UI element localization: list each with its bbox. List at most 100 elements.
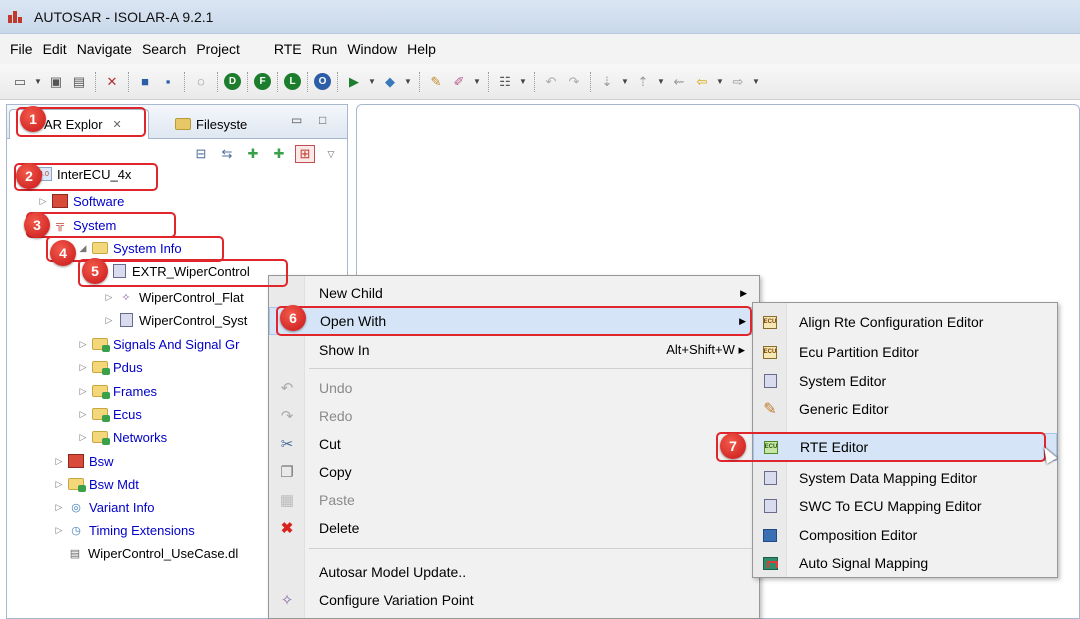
menu-item-autosar-model-update[interactable]: Autosar Model Update.. [269, 558, 759, 586]
import-icon[interactable]: ◌ [191, 72, 211, 92]
report-icon[interactable]: ▪ [158, 72, 178, 92]
collapsed-icon[interactable]: ▷ [103, 292, 115, 303]
callout-box-5 [78, 259, 288, 287]
tree-node-variant-info[interactable]: ▷ ◎ Variant Info [53, 496, 155, 518]
tree-node-bsw[interactable]: ▷ Bsw [53, 450, 114, 472]
f-button-icon[interactable]: F [254, 73, 271, 90]
folder-icon [92, 431, 110, 445]
collapsed-icon[interactable]: ▷ [53, 502, 65, 513]
tree-node-wipercontrol-flat[interactable]: ▷ ✧ WiperControl_Flat [103, 286, 244, 308]
menu-item-swc-to-ecu-mapping-editor[interactable]: SWC To ECU Mapping Editor [753, 492, 1057, 520]
maximize-icon[interactable]: □ [319, 113, 326, 127]
menu-item-system-editor[interactable]: System Editor [753, 367, 1057, 395]
toolbar-separator [590, 71, 591, 92]
collapsed-icon[interactable]: ▷ [53, 456, 65, 467]
menu-item-undo[interactable]: ↶ Undo [269, 374, 759, 402]
grid-view-icon[interactable]: ⊞ [295, 145, 315, 163]
tree-node-timing-extensions[interactable]: ▷ ◷ Timing Extensions [53, 519, 195, 541]
tree-node-signals[interactable]: ▷ Signals And Signal Gr [77, 333, 239, 355]
dropdown-arrow-icon[interactable]: ▼ [403, 77, 413, 86]
dropdown-arrow-icon[interactable]: ▼ [367, 77, 377, 86]
menu-item-show-in[interactable]: Show In Alt+Shift+W ▸ [269, 336, 759, 364]
menu-help[interactable]: Help [407, 41, 436, 57]
collapsed-icon[interactable]: ▷ [53, 525, 65, 536]
dropdown-arrow-icon[interactable]: ▼ [620, 77, 630, 86]
collapse-all-icon[interactable]: ⊟ [191, 145, 211, 163]
package-add-icon[interactable]: ✚ [243, 145, 263, 163]
collapsed-icon[interactable]: ▷ [37, 196, 49, 207]
menu-item-auto-signal-mapping[interactable]: Auto Signal Mapping [753, 549, 1057, 577]
l-button-icon[interactable]: L [284, 73, 301, 90]
run-icon[interactable]: ▶ [344, 72, 364, 92]
menu-window[interactable]: Window [347, 41, 397, 57]
dropdown-arrow-icon[interactable]: ▼ [751, 77, 761, 86]
dropdown-arrow-icon[interactable]: ▼ [518, 77, 528, 86]
dropdown-arrow-icon[interactable]: ▼ [715, 77, 725, 86]
minimize-icon[interactable]: ▭ [291, 113, 302, 127]
d-button-icon[interactable]: D [224, 73, 241, 90]
tree-node-networks[interactable]: ▷ Networks [77, 426, 167, 448]
dropdown-arrow-icon[interactable]: ▼ [33, 77, 43, 86]
menu-item-new-child[interactable]: New Child ▶ [269, 279, 759, 307]
annotation-icon[interactable]: ☷ [495, 72, 515, 92]
collapsed-icon[interactable]: ▷ [77, 432, 89, 443]
tree-node-wipercontrol-system[interactable]: ▷ WiperControl_Syst [103, 309, 248, 331]
menu-navigate[interactable]: Navigate [77, 41, 132, 57]
tab-filesystem[interactable]: Filesyste [167, 109, 267, 139]
menu-item-cut[interactable]: ✂ Cut [269, 430, 759, 458]
menu-rte[interactable]: RTE [274, 41, 302, 57]
dropdown-arrow-icon[interactable]: ▼ [656, 77, 666, 86]
collapsed-icon[interactable]: ▷ [53, 479, 65, 490]
menu-item-composition-editor[interactable]: Composition Editor [753, 521, 1057, 549]
next-annotation-icon[interactable]: ⇣ [597, 72, 617, 92]
o-button-icon[interactable]: O [314, 73, 331, 90]
view-menu-icon[interactable]: ▽ [321, 145, 341, 163]
tree-node-frames[interactable]: ▷ Frames [77, 380, 157, 402]
tree-node-software[interactable]: ▷ Software [37, 190, 125, 212]
redo-icon[interactable]: ↷ [564, 72, 584, 92]
toolbar-separator [337, 71, 338, 92]
tree-node-usecase-file[interactable]: ▤ WiperControl_UseCase.dl [67, 542, 238, 564]
collapsed-icon[interactable]: ▷ [77, 409, 89, 420]
new-file-icon[interactable]: ▭ [10, 72, 30, 92]
forward-icon[interactable]: ⇨ [728, 72, 748, 92]
delete-element-icon[interactable]: ✕ [102, 72, 122, 92]
tree-node-bsw-mdt[interactable]: ▷ Bsw Mdt [53, 473, 139, 495]
back-icon[interactable]: ⇦ [692, 72, 712, 92]
menu-item-copy[interactable]: ❐ Copy [269, 458, 759, 486]
save-all-icon[interactable]: ▤ [69, 72, 89, 92]
build-icon[interactable]: ■ [135, 72, 155, 92]
tree-node-pdus[interactable]: ▷ Pdus [77, 356, 143, 378]
tree-node-ecus[interactable]: ▷ Ecus [77, 403, 142, 425]
collapsed-icon[interactable]: ▷ [77, 362, 89, 373]
menu-run[interactable]: Run [312, 41, 338, 57]
save-icon[interactable]: ▣ [46, 72, 66, 92]
menu-project[interactable]: Project [196, 41, 240, 57]
external-tools-icon[interactable]: ◆ [380, 72, 400, 92]
menu-edit[interactable]: Edit [43, 41, 67, 57]
menu-item-delete[interactable]: ✖ Delete [269, 514, 759, 542]
last-edit-icon[interactable]: ⇜ [669, 72, 689, 92]
package-filter-icon[interactable]: ✚ [269, 145, 289, 163]
menu-item-align-rte-editor[interactable]: ECU Align Rte Configuration Editor [753, 308, 1057, 336]
title-bar: AUTOSAR - ISOLAR-A 9.2.1 [0, 0, 1080, 34]
collapsed-icon[interactable]: ▷ [103, 315, 115, 326]
menu-search[interactable]: Search [142, 41, 186, 57]
menu-item-system-data-mapping-editor[interactable]: System Data Mapping Editor [753, 464, 1057, 492]
toolbar-separator [247, 71, 248, 92]
pen-icon[interactable]: ✐ [449, 72, 469, 92]
menu-item-ecu-partition-editor[interactable]: ECU Ecu Partition Editor [753, 338, 1057, 366]
collapsed-icon[interactable]: ▷ [77, 386, 89, 397]
open-editor-icon[interactable]: ✎ [426, 72, 446, 92]
menu-item-generic-editor[interactable]: ✎ Generic Editor [753, 395, 1057, 423]
menu-item-paste[interactable]: ▦ Paste [269, 486, 759, 514]
dropdown-arrow-icon[interactable]: ▼ [472, 77, 482, 86]
link-with-editor-icon[interactable]: ⇆ [217, 145, 237, 163]
callout-box-6 [276, 306, 752, 336]
collapsed-icon[interactable]: ▷ [77, 339, 89, 350]
menu-item-redo[interactable]: ↷ Redo [269, 402, 759, 430]
menu-file[interactable]: File [10, 41, 33, 57]
menu-item-configure-variation-point[interactable]: ✧ Configure Variation Point [269, 586, 759, 614]
undo-icon[interactable]: ↶ [541, 72, 561, 92]
prev-annotation-icon[interactable]: ⇡ [633, 72, 653, 92]
